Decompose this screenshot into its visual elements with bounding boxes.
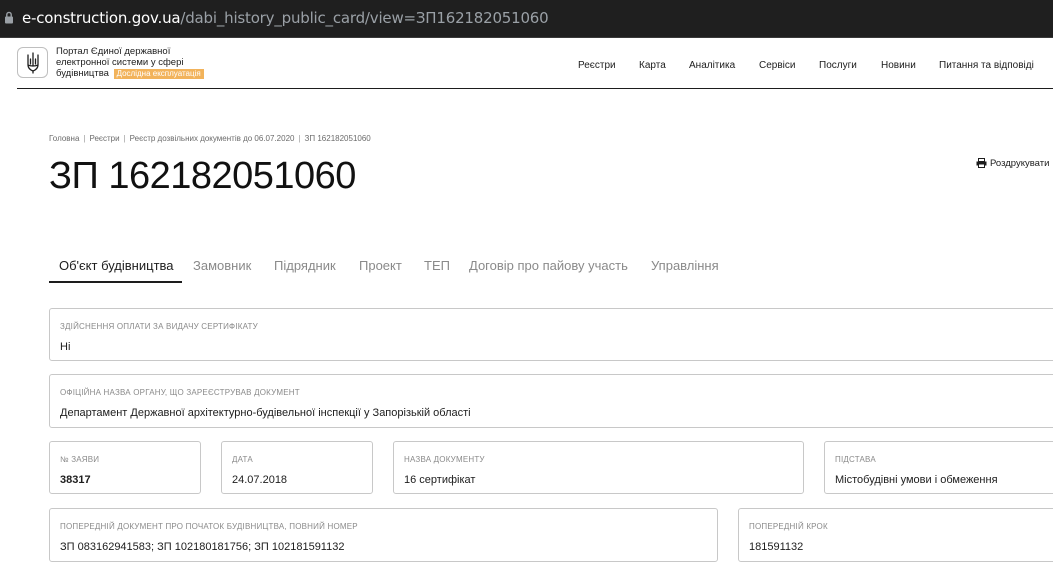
- field-application-number: № заяви 38317: [49, 441, 201, 494]
- field-previous-document: Попередній документ про початок будівниц…: [49, 508, 718, 562]
- trident-emblem-logo[interactable]: [17, 47, 48, 78]
- tab-equity-agreement[interactable]: Договір про пайову участь: [469, 258, 628, 273]
- field-label: Дата: [232, 455, 253, 464]
- breadcrumb-current: ЗП 162182051060: [304, 134, 371, 143]
- nav-map[interactable]: Карта: [639, 60, 666, 71]
- field-label: Підстава: [835, 455, 876, 464]
- printer-icon: [976, 158, 987, 168]
- field-value: ЗП 083162941583; ЗП 102180181756; ЗП 102…: [60, 541, 345, 553]
- url-text[interactable]: e-construction.gov.ua/dabi_history_publi…: [22, 9, 549, 27]
- browser-address-bar[interactable]: e-construction.gov.ua/dabi_history_publi…: [0, 0, 1053, 38]
- field-value: 16 сертифікат: [404, 474, 476, 486]
- breadcrumb: Головна | Реєстри | Реєстр дозвільних докуме…: [49, 134, 371, 143]
- portal-title[interactable]: Портал Єдиної державної електронної сист…: [56, 46, 226, 79]
- nav-public-services[interactable]: Послуги: [819, 60, 857, 71]
- field-payment: Здійснення оплати за видачу сертифікату …: [49, 308, 1053, 361]
- breadcrumb-home[interactable]: Головна: [49, 134, 79, 143]
- tab-tep[interactable]: ТЕП: [424, 258, 450, 273]
- active-tab-indicator: [49, 281, 182, 283]
- lock-icon: [5, 11, 13, 24]
- page-title: ЗП 162182051060: [49, 155, 356, 197]
- url-path: /dabi_history_public_card/view=ЗП1621820…: [180, 9, 549, 27]
- print-button[interactable]: Роздрукувати: [976, 158, 1049, 169]
- trident-icon: [27, 52, 39, 74]
- url-domain: e-construction.gov.ua: [22, 9, 181, 27]
- field-value: Містобудівні умови і обмеження: [835, 474, 998, 486]
- field-authority: Офіційна назва органу, що зареєстрував д…: [49, 374, 1053, 428]
- nav-analytics[interactable]: Аналітика: [689, 60, 735, 71]
- field-label: Попередній документ про початок будівниц…: [60, 522, 358, 531]
- breadcrumb-separator: |: [123, 134, 126, 143]
- nav-news[interactable]: Новини: [881, 60, 916, 71]
- print-label: Роздрукувати: [990, 158, 1050, 169]
- tab-customer[interactable]: Замовник: [193, 258, 251, 273]
- field-label: Попередній крок: [749, 522, 828, 531]
- tab-management[interactable]: Управління: [651, 258, 719, 273]
- field-value: Департамент Державної архітектурно-будів…: [60, 407, 471, 419]
- tab-contractor[interactable]: Підрядник: [274, 258, 336, 273]
- field-value: 38317: [60, 474, 91, 486]
- breadcrumb-registry[interactable]: Реєстр дозвільних документів до 06.07.20…: [130, 134, 295, 143]
- tab-project[interactable]: Проект: [359, 258, 402, 273]
- breadcrumb-registries[interactable]: Реєстри: [89, 134, 119, 143]
- field-label: Здійснення оплати за видачу сертифікату: [60, 322, 258, 331]
- field-value: 181591132: [749, 541, 804, 553]
- field-label: Офіційна назва органу, що зареєстрував д…: [60, 388, 300, 397]
- nav-registries[interactable]: Реєстри: [578, 60, 616, 71]
- tab-construction-object[interactable]: Об'єкт будівництва: [59, 258, 174, 273]
- field-document-name: Назва документу 16 сертифікат: [393, 441, 804, 494]
- field-label: Назва документу: [404, 455, 485, 464]
- header-divider: [17, 88, 1053, 89]
- field-date: Дата 24.07.2018: [221, 441, 373, 494]
- beta-badge: Дослідна експлуатація: [113, 69, 204, 79]
- nav-faq[interactable]: Питання та відповіді: [939, 60, 1034, 71]
- breadcrumb-separator: |: [83, 134, 86, 143]
- field-basis: Підстава Містобудівні умови і обмеження: [824, 441, 1053, 494]
- nav-services[interactable]: Сервіси: [759, 60, 795, 71]
- field-previous-step: Попередній крок 181591132: [738, 508, 1053, 562]
- breadcrumb-separator: |: [298, 134, 301, 143]
- field-value: 24.07.2018: [232, 474, 288, 486]
- field-label: № заяви: [60, 455, 100, 464]
- field-value: Ні: [60, 341, 71, 353]
